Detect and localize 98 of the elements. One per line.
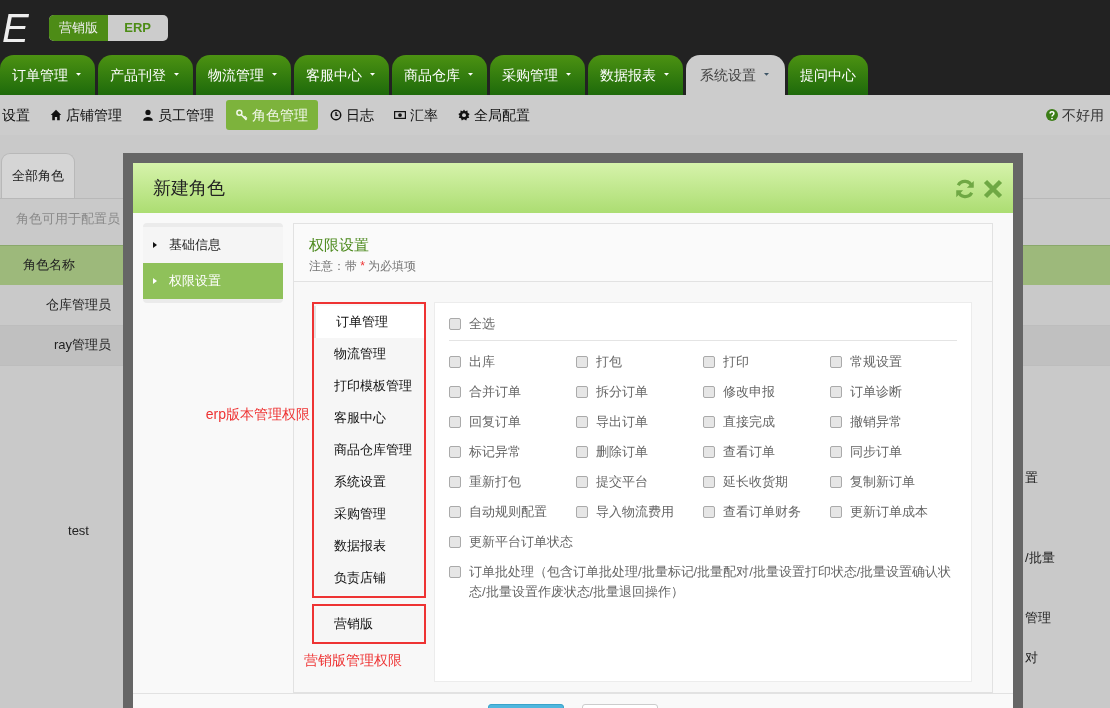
checkbox-label: 订单批处理（包含订单批处理/批量标记/批量配对/批量设置打印状态/批量设置确认状态/批量设置作废状态/批量退回操作） (469, 562, 953, 601)
table-cell-text: 置 (1025, 469, 1038, 487)
checkbox[interactable] (703, 475, 715, 488)
checkbox[interactable] (830, 505, 842, 518)
checkbox[interactable] (830, 415, 842, 428)
checkbox-label: 合并订单 (469, 382, 521, 401)
required-note: 注意：带 * 为必填项 (309, 257, 418, 275)
subnav-item[interactable]: 汇率 (386, 100, 446, 130)
checkbox[interactable] (449, 415, 461, 428)
checkbox-label: 打印 (723, 352, 749, 371)
checkbox[interactable] (830, 385, 842, 398)
checkbox[interactable] (703, 415, 715, 428)
table-cell-text: 管理 (1025, 609, 1051, 627)
checkbox-label: 标记异常 (469, 442, 521, 461)
banknote-icon (394, 109, 406, 121)
nav-tab[interactable]: 提问中心 (788, 55, 868, 95)
checkbox-label: 撤销异常 (850, 412, 902, 431)
subnav-item[interactable]: 店铺管理 (42, 100, 130, 130)
subnav-item[interactable]: 全局配置 (450, 100, 538, 130)
checkbox[interactable] (576, 385, 588, 398)
checkbox[interactable] (703, 445, 715, 458)
checkbox-label: 全选 (469, 314, 495, 333)
nav-tab[interactable]: 数据报表 (588, 55, 683, 95)
help-icon (1046, 109, 1058, 121)
checkbox-label: 自动规则配置 (469, 502, 547, 521)
edition-switch[interactable]: 营销版 ERP (48, 14, 168, 41)
step-item[interactable]: 基础信息 (143, 227, 283, 263)
checkbox[interactable] (703, 355, 715, 368)
checkbox-label: 常规设置 (850, 352, 902, 371)
checkbox[interactable] (576, 475, 588, 488)
annotation-text: erp版本管理权限 (205, 404, 310, 424)
checkbox[interactable] (830, 475, 842, 488)
dialog-title: 新建角色 (153, 176, 225, 200)
table-cell-text: 仓库管理员 (45, 295, 112, 314)
nav-tab[interactable]: 商品仓库 (392, 55, 487, 95)
checkbox-label: 查看订单财务 (723, 502, 801, 521)
page-tab[interactable]: 全部角色 (1, 153, 75, 198)
annotation-text: 营销版管理权限 (304, 650, 403, 670)
checkbox-label: 更新订单成本 (850, 502, 928, 521)
checkbox[interactable] (703, 505, 715, 518)
key-icon (236, 109, 248, 121)
nav-tab[interactable]: 系统设置 (686, 55, 785, 95)
checkbox[interactable] (449, 385, 461, 398)
checkbox[interactable] (576, 355, 588, 368)
caret-icon (151, 277, 159, 285)
checkbox[interactable] (449, 565, 461, 578)
hint-text: 角色可用于配置员 (16, 210, 120, 226)
checkbox[interactable] (449, 505, 461, 518)
help-link[interactable]: 不好用 (1046, 104, 1104, 126)
checkbox[interactable] (449, 475, 461, 488)
checkbox[interactable] (449, 535, 461, 548)
nav-tab[interactable]: 订单管理 (0, 55, 95, 95)
nav-tab[interactable]: 物流管理 (196, 55, 291, 95)
nav-tab[interactable]: 客服中心 (294, 55, 389, 95)
checkbox-label: 出库 (469, 352, 495, 371)
module-tab[interactable]: 订单管理 (314, 305, 424, 338)
table-cell-text: ray管理员 (52, 336, 113, 355)
checkbox[interactable] (449, 317, 461, 330)
refresh-icon (955, 178, 975, 199)
checkbox-label: 直接完成 (723, 412, 775, 431)
checkbox[interactable] (830, 355, 842, 368)
checkbox-label: 复制新订单 (850, 472, 915, 491)
clock-icon (330, 109, 342, 121)
checkbox-label: 打包 (596, 352, 622, 371)
checkbox-label: 同步订单 (850, 442, 902, 461)
checkbox-label: 导入物流费用 (596, 502, 674, 521)
caret-icon (151, 241, 159, 249)
checkbox[interactable] (576, 505, 588, 518)
checkbox[interactable] (830, 445, 842, 458)
table-cell-text: test (67, 521, 90, 540)
checkbox-label: 拆分订单 (596, 382, 648, 401)
checkbox[interactable] (576, 415, 588, 428)
checkbox[interactable] (576, 445, 588, 458)
checkbox-label: 延长收货期 (723, 472, 788, 491)
checkbox-label: 删除订单 (596, 442, 648, 461)
checkbox-label: 查看订单 (723, 442, 775, 461)
table-cell-text: 对 (1025, 649, 1038, 667)
checkbox-label: 回复订单 (469, 412, 521, 431)
checkbox-label: 提交平台 (596, 472, 648, 491)
checkbox-label: 更新平台订单状态 (469, 532, 573, 551)
checkbox-label: 导出订单 (596, 412, 648, 431)
table-cell-text: /批量 (1025, 549, 1055, 567)
subnav-item[interactable]: 日志 (322, 100, 382, 130)
close-icon (983, 178, 1003, 199)
nav-tab[interactable]: 采购管理 (490, 55, 585, 95)
logo: E (1, 4, 30, 51)
checkbox[interactable] (449, 355, 461, 368)
home-icon (50, 109, 62, 121)
subnav-item[interactable]: 员工管理 (134, 100, 222, 130)
user-icon (142, 109, 154, 121)
checkbox-label: 修改申报 (723, 382, 775, 401)
checkbox[interactable] (449, 445, 461, 458)
gear-icon (458, 109, 470, 121)
subnav-item[interactable]: 设置 (0, 100, 38, 130)
checkbox-label: 重新打包 (469, 472, 521, 491)
checkbox-label: 订单诊断 (850, 382, 902, 401)
nav-tab[interactable]: 产品刊登 (98, 55, 193, 95)
checkbox[interactable] (703, 385, 715, 398)
